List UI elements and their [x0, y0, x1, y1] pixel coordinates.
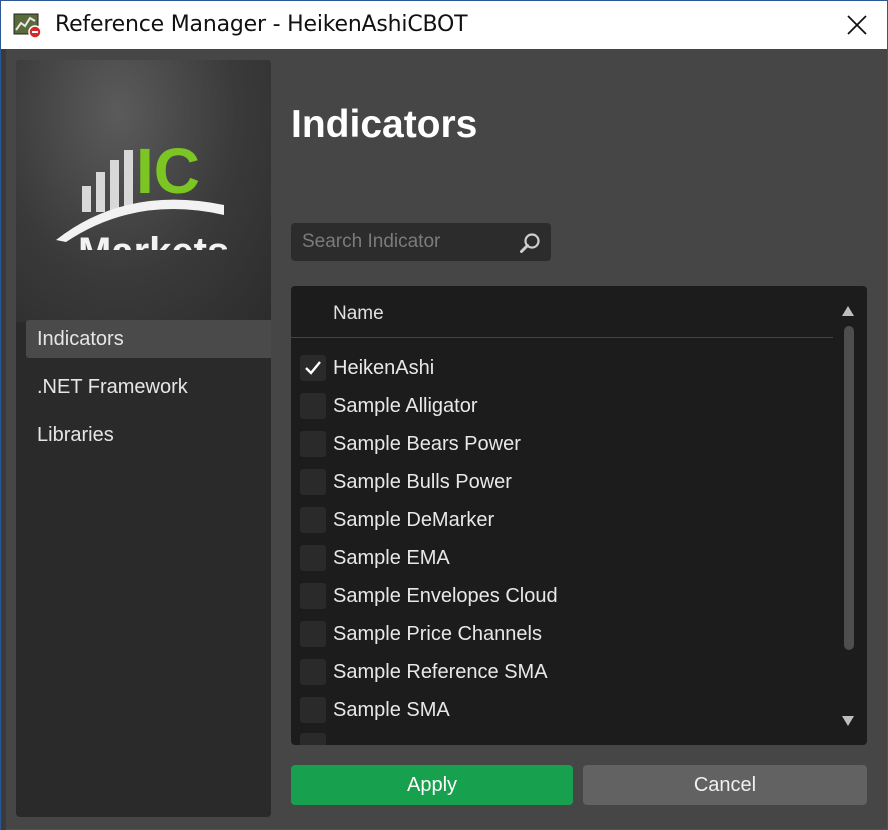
indicator-rows: HeikenAshi Sample Alligator Sample Bears… — [291, 349, 831, 729]
checkmark-icon — [305, 361, 321, 375]
window-left-edge — [1, 49, 6, 830]
list-item-label: Sample Alligator — [333, 394, 478, 417]
list-item-label: Sample Bears Power — [333, 432, 521, 455]
page-title: Indicators — [291, 103, 478, 146]
sidebar-item-net-framework[interactable]: .NET Framework — [26, 368, 271, 406]
checkbox[interactable] — [300, 355, 326, 381]
cancel-button[interactable]: Cancel — [583, 765, 867, 805]
checkbox[interactable] — [300, 545, 326, 571]
list-item-label: Sample Bulls Power — [333, 470, 512, 493]
ic-markets-logo: IC Markets — [56, 135, 229, 250]
close-icon — [847, 15, 867, 35]
list-item[interactable]: Sample Envelopes Cloud — [291, 577, 831, 615]
close-button[interactable] — [827, 1, 887, 49]
checkbox[interactable] — [300, 583, 326, 609]
list-item[interactable]: Sample SMA — [291, 691, 831, 729]
list-item[interactable]: Sample EMA — [291, 539, 831, 577]
checkbox[interactable] — [300, 431, 326, 457]
header-divider — [291, 337, 833, 338]
sidebar-item-label: Libraries — [37, 423, 114, 446]
sidebar: IC Markets Indicators .NET Framework Lib… — [16, 60, 271, 817]
sidebar-item-indicators[interactable]: Indicators — [26, 320, 271, 358]
checkbox[interactable] — [300, 621, 326, 647]
logo-panel: IC Markets — [16, 60, 271, 322]
sidebar-item-label: .NET Framework — [37, 375, 188, 398]
scrollbar-thumb[interactable] — [844, 326, 854, 650]
reference-manager-window: Reference Manager - HeikenAshiCBOT IC Ma… — [0, 0, 888, 830]
apply-button[interactable]: Apply — [291, 765, 573, 805]
column-header-name[interactable]: Name — [333, 303, 384, 325]
checkbox[interactable] — [300, 507, 326, 533]
list-item[interactable]: Sample Price Channels — [291, 615, 831, 653]
list-item[interactable]: Sample Alligator — [291, 387, 831, 425]
list-item[interactable]: Sample Bulls Power — [291, 463, 831, 501]
list-item[interactable]: Sample Bears Power — [291, 425, 831, 463]
scroll-down-button[interactable] — [841, 714, 855, 728]
logo-ic-text: IC — [136, 135, 200, 207]
logo-markets-text: Markets — [78, 230, 229, 250]
search-icon[interactable] — [519, 232, 541, 259]
window-title: Reference Manager - HeikenAshiCBOT — [55, 12, 468, 37]
sidebar-item-libraries[interactable]: Libraries — [26, 416, 271, 454]
scroll-up-button[interactable] — [841, 304, 855, 318]
sidebar-item-label: Indicators — [37, 327, 124, 350]
checkbox[interactable] — [300, 697, 326, 723]
checkbox[interactable] — [300, 469, 326, 495]
list-item-label: Sample Reference SMA — [333, 660, 548, 683]
list-item-label: Sample SMA — [333, 698, 450, 721]
triangle-down-icon — [842, 716, 854, 726]
list-item-label: Sample DeMarker — [333, 508, 495, 531]
checkbox[interactable] — [300, 659, 326, 685]
list-item-label: Sample EMA — [333, 546, 450, 569]
partial-checkbox[interactable] — [300, 733, 326, 745]
indicator-list: Name HeikenAshi Sample Alligator Sample … — [291, 286, 867, 745]
search-box — [291, 223, 551, 261]
list-item-label: Sample Price Channels — [333, 622, 542, 645]
list-item[interactable]: Sample Reference SMA — [291, 653, 831, 691]
app-icon — [13, 11, 43, 39]
sidebar-nav: Indicators .NET Framework Libraries — [26, 320, 271, 464]
list-item-label: HeikenAshi — [333, 356, 435, 379]
list-item[interactable]: Sample DeMarker — [291, 501, 831, 539]
list-item[interactable]: HeikenAshi — [291, 349, 831, 387]
list-item-label: Sample Envelopes Cloud — [333, 584, 558, 607]
title-bar[interactable]: Reference Manager - HeikenAshiCBOT — [1, 1, 887, 49]
search-input[interactable] — [291, 223, 511, 261]
checkbox[interactable] — [300, 393, 326, 419]
triangle-up-icon — [842, 306, 854, 316]
